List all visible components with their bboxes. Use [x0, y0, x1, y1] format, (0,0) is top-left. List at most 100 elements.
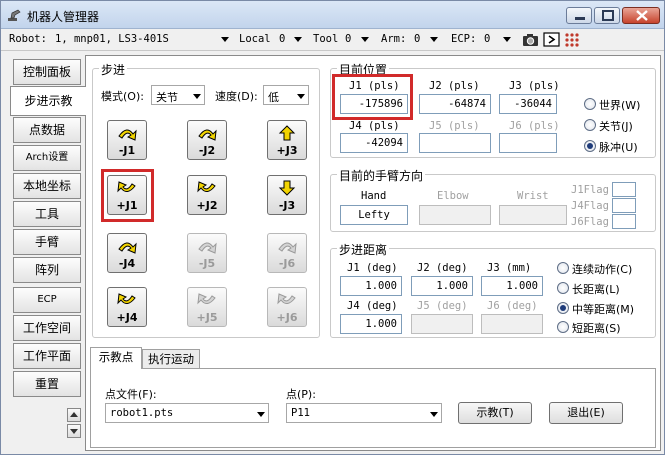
rotate-arrow-icon	[118, 242, 137, 254]
jog-minus-j2-button[interactable]: -J2	[187, 120, 227, 160]
tool-select[interactable]: 0	[345, 33, 351, 45]
jog-teach-panel: 步进 模式(O): 关节 速度(D): 低 -J1 -J2 +J3 +J1 +J…	[85, 55, 661, 451]
continuous-radio[interactable]	[557, 262, 569, 274]
point-file-select[interactable]: robot1.pts	[105, 403, 269, 423]
joint-radio[interactable]	[584, 119, 596, 131]
tab-workplane[interactable]: 工作平面	[13, 343, 81, 369]
j4-step-input[interactable]: 1.000	[340, 314, 402, 334]
world-radio-label: 世界(W)	[599, 99, 641, 112]
jog-plus-j2-button[interactable]: +J2	[187, 175, 227, 215]
tab-pallet[interactable]: 阵列	[13, 257, 81, 283]
local-label: Local	[239, 33, 271, 45]
hand-value: Lefty	[340, 205, 408, 225]
tab-arch-settings[interactable]: Arch设置	[13, 145, 81, 171]
arm-select-arrow[interactable]	[428, 32, 439, 46]
rotate-arrow-icon	[198, 242, 217, 254]
robot-select[interactable]: 1, mnp01, LS3-401S	[55, 33, 169, 45]
jog-minus-j1-button[interactable]: -J1	[107, 120, 147, 160]
jog-plus-j6-button[interactable]: +J6	[267, 287, 307, 327]
rotate-arrow-icon	[277, 293, 296, 305]
speed-label: 速度(D):	[215, 90, 258, 103]
j4flag-value	[612, 198, 636, 213]
mode-select[interactable]: 关节	[151, 85, 205, 105]
j2-pls-label: J2 (pls)	[429, 80, 480, 92]
jog-minus-j5-button[interactable]: -J5	[187, 233, 227, 273]
step-distance-title: 步进距离	[337, 241, 390, 258]
jog-minus-j3-button[interactable]: -J3	[267, 175, 307, 215]
j6flag-label: J6Flag	[571, 216, 609, 228]
minimize-button[interactable]	[566, 7, 592, 24]
ecp-select-arrow[interactable]	[501, 32, 512, 46]
arm-select[interactable]: 0	[414, 33, 420, 45]
j1-step-input[interactable]: 1.000	[340, 276, 402, 296]
j5-pls-value	[419, 133, 491, 153]
tabs-scroll-up-button[interactable]	[67, 408, 81, 422]
point-select[interactable]: P11	[286, 403, 442, 423]
j1-pls-highlight-box	[332, 74, 413, 120]
j2-step-input[interactable]: 1.000	[411, 276, 473, 296]
rotate-arrow-icon	[198, 129, 217, 141]
play-icon[interactable]	[543, 32, 560, 47]
mode-label: 模式(O):	[101, 90, 144, 103]
continuous-radio-label: 连续动作(C)	[572, 263, 633, 276]
jog-plus-j3-button[interactable]: +J3	[267, 120, 307, 160]
exit-button[interactable]: 退出(E)	[549, 402, 623, 424]
long-distance-radio[interactable]	[557, 282, 569, 294]
io-grid-icon[interactable]	[564, 32, 581, 47]
tab-execute-motion[interactable]: 执行运动	[142, 349, 200, 369]
rotate-arrow-icon	[118, 129, 137, 141]
step-distance-group: 步进距离 J1 (deg) J2 (deg) J3 (mm) 1.000 1.0…	[330, 241, 656, 338]
elbow-label: Elbow	[437, 190, 469, 202]
tab-teach-point[interactable]: 示教点	[90, 347, 142, 369]
j2-pls-value: -64874	[419, 94, 491, 114]
tabs-scroll-down-button[interactable]	[67, 424, 81, 438]
minimize-icon	[575, 17, 585, 20]
plus-j1-highlight-box	[101, 169, 154, 222]
local-select-arrow[interactable]	[292, 32, 303, 46]
j6-pls-label: J6 (pls)	[509, 120, 560, 132]
j3-mm-label: J3 (mm)	[487, 262, 532, 274]
j3-step-input[interactable]: 1.000	[481, 276, 543, 296]
tab-workspace[interactable]: 工作空间	[13, 315, 81, 341]
medium-distance-radio[interactable]	[557, 302, 569, 314]
tab-ecp[interactable]: ECP	[13, 287, 81, 313]
jog-minus-j4-button[interactable]: -J4	[107, 233, 147, 273]
pulse-radio[interactable]	[584, 140, 596, 152]
jog-group-title: 步进	[99, 61, 128, 78]
tab-point-data[interactable]: 点数据	[13, 117, 81, 143]
local-select[interactable]: 0	[279, 33, 285, 45]
arm-orientation-title: 目前的手臂方向	[337, 167, 426, 184]
down-arrow-icon	[278, 180, 296, 196]
j5-step-input	[411, 314, 473, 334]
j5-pls-label: J5 (pls)	[429, 120, 480, 132]
tool-label: Tool	[313, 33, 339, 45]
ecp-select[interactable]: 0	[484, 33, 490, 45]
tab-reset[interactable]: 重置	[13, 371, 81, 397]
wrist-label: Wrist	[517, 190, 549, 202]
tab-jog-teach[interactable]: 步进示教	[10, 86, 86, 116]
hand-label: Hand	[361, 190, 387, 202]
point-label: 点(P):	[286, 388, 316, 401]
jog-minus-j6-button[interactable]: -J6	[267, 233, 307, 273]
maximize-button[interactable]	[594, 7, 620, 24]
tab-arm[interactable]: 手臂	[13, 229, 81, 255]
jog-plus-j4-button[interactable]: +J4	[107, 287, 147, 327]
rotate-arrow-icon	[197, 293, 216, 305]
teach-button[interactable]: 示教(T)	[458, 402, 532, 424]
jog-plus-j5-button[interactable]: +J5	[187, 287, 227, 327]
arm-orientation-group: 目前的手臂方向 Hand Elbow Wrist Lefty J1Flag J4…	[330, 167, 656, 232]
tab-local-coords[interactable]: 本地坐标	[13, 173, 81, 199]
close-button[interactable]	[622, 7, 660, 24]
speed-select[interactable]: 低	[263, 85, 309, 105]
tool-select-arrow[interactable]	[359, 32, 370, 46]
joint-radio-label: 关节(J)	[599, 120, 633, 133]
tab-control-panel[interactable]: 控制面板	[13, 59, 81, 85]
robot-app-icon	[8, 9, 21, 21]
robot-select-arrow[interactable]	[219, 32, 230, 46]
camera-icon[interactable]	[522, 32, 539, 47]
tab-tool[interactable]: 工具	[13, 201, 81, 227]
j3-pls-value: -36044	[499, 94, 557, 114]
robot-manager-window: 机器人管理器 Robot: 1, mnp01, LS3-401S Local 0…	[0, 0, 665, 455]
short-distance-radio[interactable]	[557, 321, 569, 333]
world-radio[interactable]	[584, 98, 596, 110]
